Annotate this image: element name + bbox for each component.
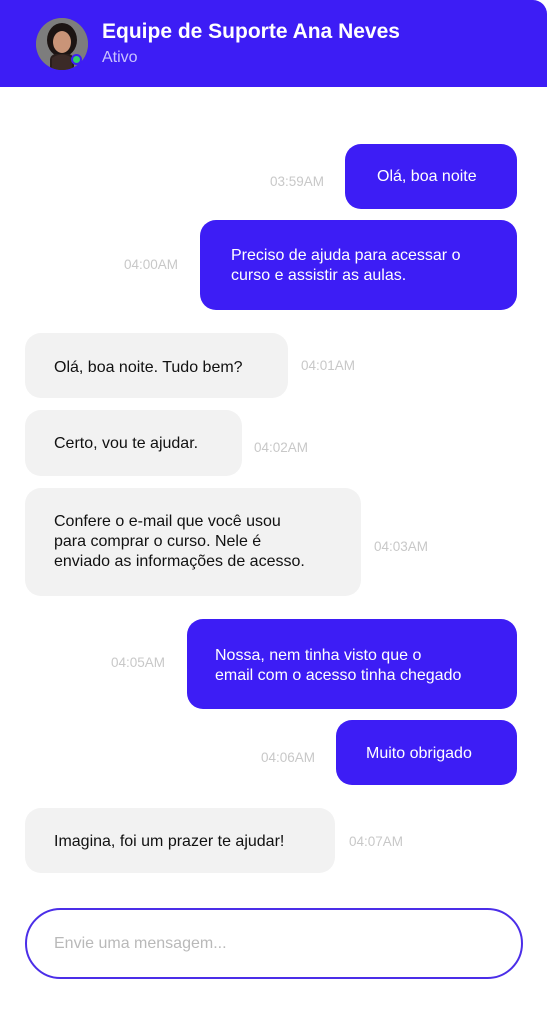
message-text-line: Preciso de ajuda para acessar o	[231, 247, 461, 264]
online-status-indicator	[71, 54, 82, 65]
message-timestamp: 04:05AM	[111, 655, 166, 670]
message-timestamp: 03:59AM	[270, 174, 325, 189]
message-text: Preciso de ajuda para acessar o curso e …	[231, 246, 460, 286]
message-text: Nossa, nem tinha visto que o email com o…	[215, 646, 461, 686]
message-timestamp: 04:01AM	[301, 358, 356, 373]
message-text-line: Nossa, nem tinha visto que o	[215, 647, 422, 664]
chat-header: Equipe de Suporte Ana Neves Ativo	[0, 0, 547, 87]
message-text-line: enviado as informações de acesso.	[54, 553, 305, 570]
message-timestamp: 04:03AM	[374, 539, 429, 554]
message-text: Muito obrigado	[366, 745, 472, 762]
message-timestamp: 04:00AM	[124, 257, 179, 272]
message-timestamp: 04:07AM	[349, 834, 404, 849]
message-timestamp: 04:02AM	[254, 440, 309, 455]
message-text-line: para comprar o curso. Nele é	[54, 533, 262, 550]
message-bubble-outgoing[interactable]: Preciso de ajuda para acessar o curso e …	[200, 220, 517, 310]
message-text: Certo, vou te ajudar.	[54, 435, 199, 452]
message-bubble-outgoing[interactable]: Olá, boa noite	[345, 144, 517, 209]
message-bubble-incoming[interactable]: Olá, boa noite. Tudo bem?	[25, 333, 288, 398]
contact-name: Equipe de Suporte Ana Neves	[102, 20, 400, 43]
message-bubble-outgoing[interactable]: Muito obrigado	[336, 720, 517, 785]
message-bubble-incoming[interactable]: Confere o e-mail que você usou para comp…	[25, 488, 361, 596]
message-bubble-incoming[interactable]: Certo, vou te ajudar.	[25, 410, 242, 476]
message-text-line: Confere o e-mail que você usou	[54, 513, 281, 530]
message-text: Olá, boa noite. Tudo bem?	[54, 359, 243, 376]
message-input[interactable]	[54, 928, 494, 960]
message-text: Olá, boa noite	[377, 168, 477, 185]
message-bubble-incoming[interactable]: Imagina, foi um prazer te ajudar!	[25, 808, 335, 873]
message-composer	[25, 908, 523, 979]
message-text-line: curso e assistir as aulas.	[231, 267, 407, 284]
message-timestamp: 04:06AM	[261, 750, 316, 765]
message-text: Confere o e-mail que você usou para comp…	[54, 512, 305, 572]
message-text-line: email com o acesso tinha chegado	[215, 667, 462, 684]
message-bubble-outgoing[interactable]: Nossa, nem tinha visto que o email com o…	[187, 619, 517, 709]
contact-status: Ativo	[102, 49, 138, 66]
message-text: Imagina, foi um prazer te ajudar!	[54, 833, 285, 850]
